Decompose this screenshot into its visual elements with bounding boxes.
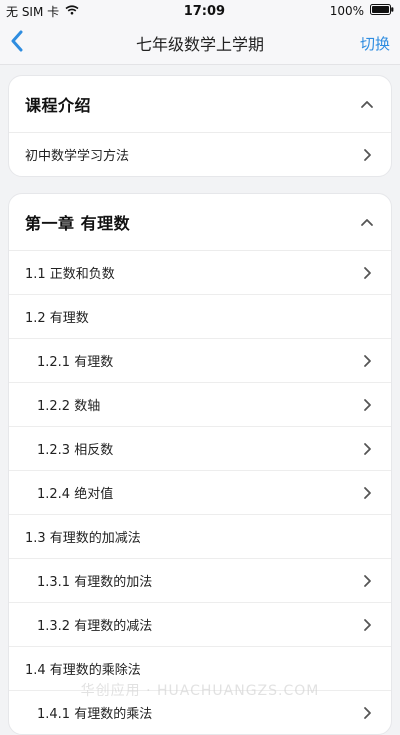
list-item[interactable]: 1.2.4 绝对值 xyxy=(9,471,391,515)
course-intro-title: 课程介绍 xyxy=(25,96,92,115)
chevron-left-icon xyxy=(10,30,24,56)
chevron-right-icon xyxy=(359,265,375,281)
list-item-label: 1.4.1 有理数的乘法 xyxy=(37,707,153,722)
status-left: 无 SIM 卡 xyxy=(6,3,79,20)
back-button[interactable] xyxy=(10,28,50,58)
switch-button[interactable]: 切换 xyxy=(350,33,390,54)
carrier-label: 无 SIM 卡 xyxy=(6,4,60,19)
chevron-up-icon xyxy=(359,96,375,112)
chapter-1-title: 第一章 有理数 xyxy=(25,214,131,233)
chevron-right-icon xyxy=(359,441,375,457)
battery-icon xyxy=(370,4,394,18)
page-title: 七年级数学上学期 xyxy=(135,35,264,54)
list-item[interactable]: 1.2.3 相反数 xyxy=(9,427,391,471)
status-right: 100% xyxy=(330,4,394,18)
section-heading-label: 1.4 有理数的乘除法 xyxy=(25,663,141,678)
chevron-right-icon xyxy=(359,705,375,721)
course-intro-card: 课程介绍 初中数学学习方法 xyxy=(8,75,392,177)
chevron-right-icon xyxy=(359,147,375,163)
list-item[interactable]: 1.3.2 有理数的减法 xyxy=(9,603,391,647)
chevron-right-icon xyxy=(359,353,375,369)
list-item[interactable]: 1.2.2 数轴 xyxy=(9,383,391,427)
content: 课程介绍 初中数学学习方法 第一章 有理数 1.1 正数和负数 1.2 有理数 … xyxy=(0,65,400,735)
chevron-right-icon xyxy=(359,573,375,589)
list-item[interactable]: 1.1 正数和负数 xyxy=(9,251,391,295)
list-item-label: 1.2.1 有理数 xyxy=(37,355,114,370)
chevron-right-icon xyxy=(359,617,375,633)
status-time: 17:09 xyxy=(183,3,226,19)
list-item-label: 1.3.2 有理数的减法 xyxy=(37,619,153,634)
list-item-label: 1.2.2 数轴 xyxy=(37,399,101,414)
list-item-label: 1.2.4 绝对值 xyxy=(37,487,114,502)
list-item[interactable]: 1.2.1 有理数 xyxy=(9,339,391,383)
course-intro-header[interactable]: 课程介绍 xyxy=(9,76,391,133)
section-heading-label: 1.3 有理数的加减法 xyxy=(25,531,141,546)
list-item[interactable]: 初中数学学习方法 xyxy=(9,133,391,176)
section-heading-label: 1.2 有理数 xyxy=(25,311,89,326)
navigation-bar: 七年级数学上学期 切换 xyxy=(0,22,400,65)
chapter-1-header[interactable]: 第一章 有理数 xyxy=(9,194,391,251)
chevron-up-icon xyxy=(359,214,375,230)
battery-percentage: 100% xyxy=(329,4,364,18)
list-item-label: 1.1 正数和负数 xyxy=(25,267,115,282)
list-item-label: 初中数学学习方法 xyxy=(25,149,130,164)
chapter-1-card: 第一章 有理数 1.1 正数和负数 1.2 有理数 1.2.1 有理数 1.2.… xyxy=(8,193,392,735)
status-bar: 无 SIM 卡 17:09 100% xyxy=(0,0,400,22)
section-heading: 1.2 有理数 xyxy=(9,295,391,339)
chevron-right-icon xyxy=(359,485,375,501)
chevron-right-icon xyxy=(359,397,375,413)
list-item-label: 1.3.1 有理数的加法 xyxy=(37,575,153,590)
list-item[interactable]: 1.3.1 有理数的加法 xyxy=(9,559,391,603)
wifi-icon xyxy=(65,4,79,18)
section-heading: 1.3 有理数的加减法 xyxy=(9,515,391,559)
section-heading: 1.4 有理数的乘除法 xyxy=(9,647,391,691)
list-item-label: 1.2.3 相反数 xyxy=(37,443,114,458)
list-item[interactable]: 1.4.1 有理数的乘法 xyxy=(9,691,391,734)
